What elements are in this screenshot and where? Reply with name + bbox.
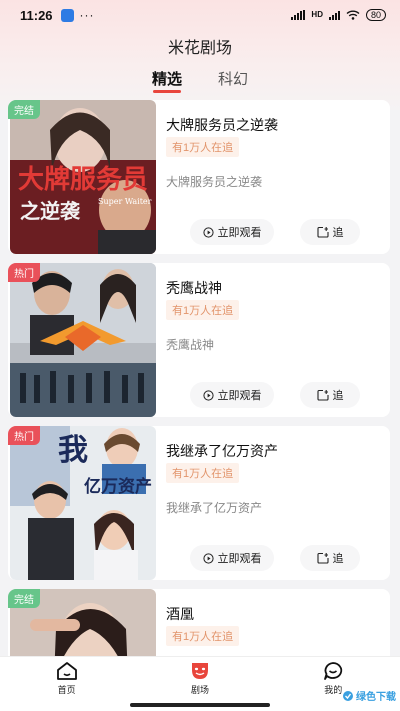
- follow-button[interactable]: 追: [300, 382, 360, 408]
- watch-now-button[interactable]: 立即观看: [190, 382, 274, 408]
- watermark-text: 绿色下载: [356, 692, 396, 703]
- battery-indicator: 80: [365, 9, 386, 21]
- watermark-icon: [343, 690, 353, 701]
- drama-title: 酒凰: [166, 606, 194, 622]
- drama-card[interactable]: 大牌服务员 Super Waiter 之逆袭 完结 大牌服务员之逆袭 有1万人在…: [8, 100, 390, 254]
- poster-subtitle-text: Super Waiter: [98, 197, 152, 206]
- wifi-icon: [346, 10, 360, 20]
- watch-now-button[interactable]: 立即观看: [190, 219, 274, 245]
- drama-poster[interactable]: [10, 263, 156, 417]
- drama-poster[interactable]: 大牌服务员 Super Waiter 之逆袭: [10, 100, 156, 254]
- home-icon: [56, 662, 77, 680]
- chat-smile-icon: [324, 662, 343, 680]
- play-icon: [202, 552, 214, 564]
- drama-description: 大牌服务员之逆袭: [166, 175, 263, 189]
- home-indicator[interactable]: [130, 703, 270, 707]
- drama-title: 大牌服务员之逆袭: [166, 117, 278, 133]
- app-notification-icon: [60, 8, 74, 22]
- network-type-label: HD: [311, 10, 323, 19]
- watermark-logo: 绿色下载: [342, 688, 396, 703]
- watch-now-label: 立即观看: [217, 553, 262, 565]
- status-badge: 完结: [8, 100, 40, 119]
- signal-icon-2: [328, 10, 340, 20]
- add-to-list-icon: [316, 552, 329, 564]
- follow-button[interactable]: 追: [300, 219, 360, 245]
- tab-scifi[interactable]: 科幻: [218, 68, 248, 92]
- follow-label: 追: [332, 227, 344, 239]
- play-icon: [202, 389, 214, 401]
- status-bar: 11:26 ··· HD 80: [0, 0, 400, 30]
- watch-now-button[interactable]: 立即观看: [190, 545, 274, 571]
- follower-count-tag: 有1万人在追: [166, 463, 240, 483]
- drama-title: 秃鹰战神: [166, 280, 222, 296]
- poster-title-text: 我: [58, 433, 88, 468]
- nav-home-label: 首页: [57, 685, 76, 695]
- nav-theater-label: 剧场: [190, 685, 209, 695]
- nav-home[interactable]: 首页: [37, 657, 97, 711]
- watch-now-label: 立即观看: [217, 390, 262, 402]
- follower-count-tag: 有1万人在追: [166, 626, 240, 646]
- drama-description: 我继承了亿万资产: [166, 501, 263, 515]
- status-badge: 热门: [8, 426, 40, 445]
- drama-card[interactable]: 我 亿万资产 热门 我继承了亿万资产 有1万人在追 我继承了亿万资产 立即观看 …: [8, 426, 390, 580]
- drama-list[interactable]: 大牌服务员 Super Waiter 之逆袭 完结 大牌服务员之逆袭 有1万人在…: [0, 100, 400, 656]
- follower-count-tag: 有1万人在追: [166, 300, 240, 320]
- signal-icon: [291, 10, 306, 20]
- category-tabs: 精选 科幻: [0, 68, 400, 93]
- more-notifications-icon: ···: [79, 8, 95, 22]
- drama-card[interactable]: 热门 秃鹰战神 有1万人在追 秃鹰战神 立即观看 追: [8, 263, 390, 417]
- follow-label: 追: [332, 553, 344, 565]
- follow-label: 追: [332, 390, 344, 402]
- follower-count-tag: 有1万人在追: [166, 137, 240, 157]
- status-time: 11:26: [20, 7, 53, 23]
- watch-now-label: 立即观看: [217, 227, 262, 239]
- drama-poster[interactable]: 我 亿万资产: [10, 426, 156, 580]
- status-badge: 完结: [8, 589, 40, 608]
- poster-title-text-2: 亿万资产: [84, 476, 152, 497]
- poster-title-text: 大牌服务员: [18, 164, 148, 195]
- follow-button[interactable]: 追: [300, 545, 360, 571]
- tab-featured[interactable]: 精选: [152, 68, 182, 93]
- nav-profile-label: 我的: [324, 685, 343, 695]
- page-title: 米花剧场: [167, 40, 232, 57]
- status-badge: 热门: [8, 263, 40, 282]
- poster-title-text-2: 之逆袭: [20, 199, 81, 223]
- theater-mask-icon: [191, 663, 208, 679]
- play-icon: [202, 226, 214, 238]
- drama-description: 秃鹰战神: [166, 338, 215, 352]
- drama-title: 我继承了亿万资产: [166, 443, 278, 459]
- add-to-list-icon: [316, 389, 329, 401]
- add-to-list-icon: [316, 226, 329, 238]
- drama-card[interactable]: 完结 酒凰 有1万人在追: [8, 589, 390, 656]
